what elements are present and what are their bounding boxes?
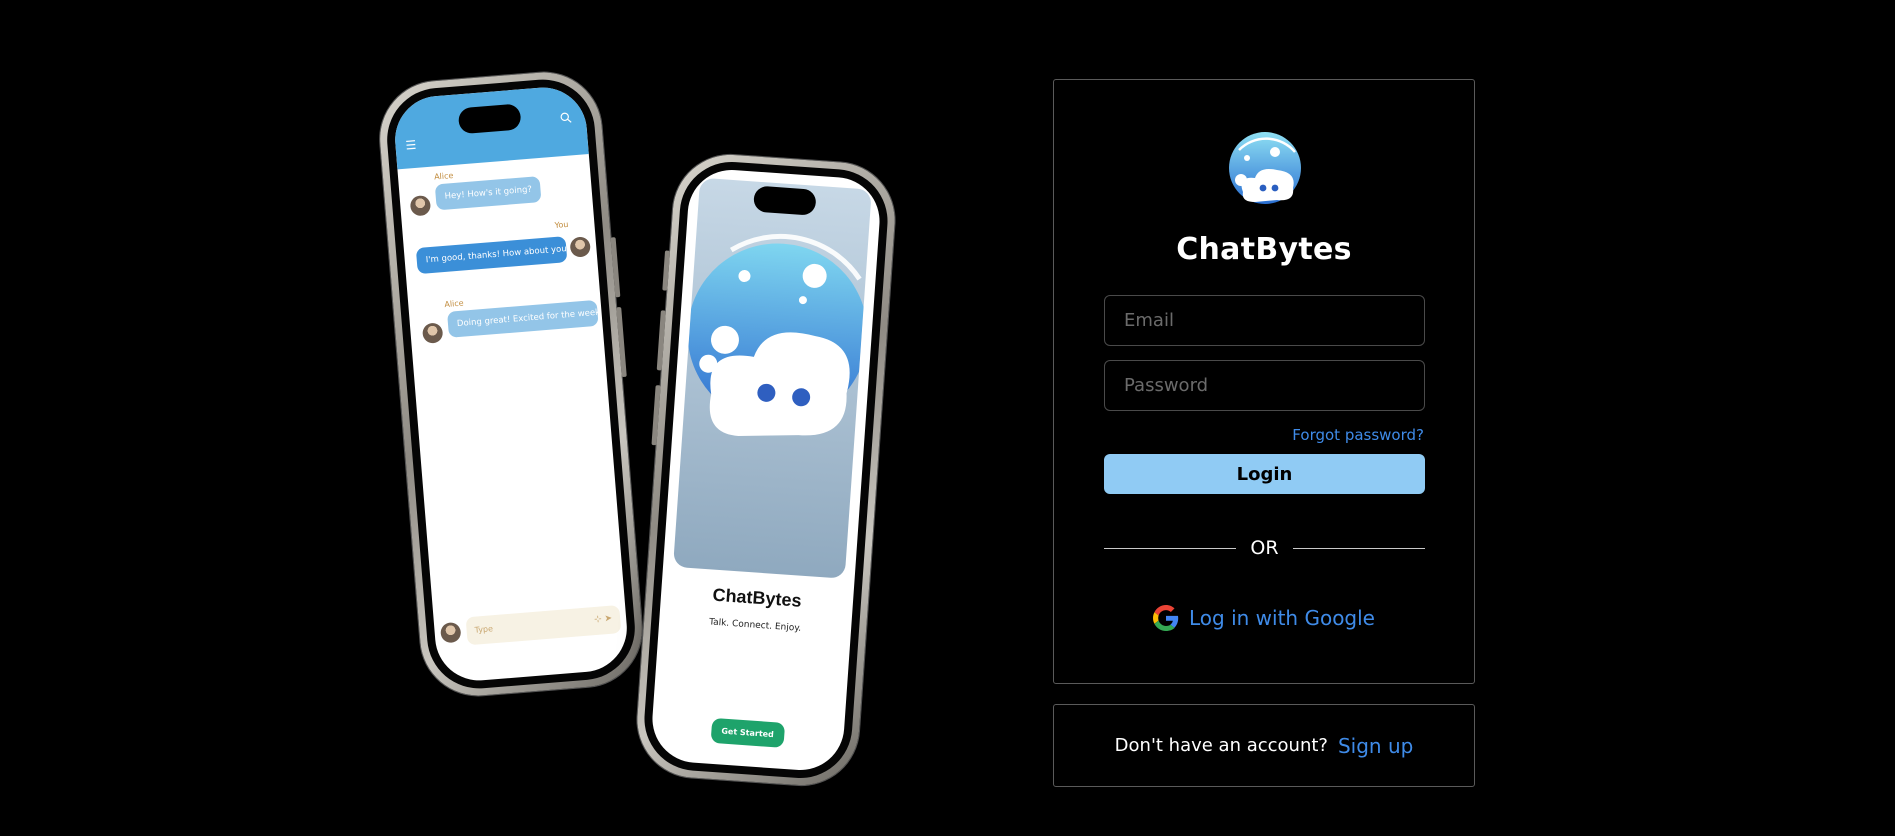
- divider-line: [1292, 547, 1426, 549]
- phone-side-button: [610, 237, 621, 298]
- login-card: ChatBytes Forgot password? Login OR Log …: [1053, 79, 1475, 684]
- or-divider: OR: [1104, 537, 1426, 559]
- phone-side-button: [651, 385, 661, 446]
- menu-icon: ☰: [404, 137, 417, 153]
- send-icon[interactable]: ➤: [604, 614, 612, 625]
- message-sender: You: [554, 219, 569, 230]
- phone-side-button: [662, 250, 671, 291]
- phone-side-button: [656, 310, 666, 371]
- avatar: [421, 322, 444, 344]
- message-input[interactable]: Type: [465, 605, 622, 646]
- chat-screen: ☰ Alice Hey! How's it going? You I'm goo…: [391, 84, 631, 684]
- message-sender: Alice: [444, 298, 464, 310]
- login-button[interactable]: Login: [1104, 454, 1425, 494]
- phone-side-button: [616, 306, 627, 378]
- splash-tagline: Talk. Connect. Enjoy.: [708, 617, 802, 634]
- avatar: [569, 236, 592, 258]
- search-icon: [560, 112, 572, 123]
- splash-phone-mockup: ChatBytes Talk. Connect. Enjoy. Get Star…: [633, 151, 899, 789]
- message-sender: Alice: [433, 170, 454, 182]
- chatbytes-logo: [1229, 132, 1301, 204]
- chatbytes-logo-artwork: [673, 177, 872, 579]
- dynamic-island: [753, 185, 817, 216]
- google-icon: [1153, 605, 1179, 631]
- signup-prompt: Don't have an account?: [1114, 735, 1328, 756]
- divider-label: OR: [1250, 537, 1279, 559]
- phone-bezel: ChatBytes Talk. Connect. Enjoy. Get Star…: [640, 158, 892, 782]
- forgot-password-link[interactable]: Forgot password?: [1292, 426, 1424, 444]
- message-composer: Type ⊹ ➤: [439, 605, 622, 647]
- google-login-label: Log in with Google: [1189, 606, 1375, 630]
- password-input[interactable]: [1104, 360, 1425, 411]
- chat-phone-mockup: ☰ Alice Hey! How's it going? You I'm goo…: [375, 68, 647, 700]
- avatar: [409, 194, 432, 217]
- email-input[interactable]: [1104, 295, 1425, 346]
- splash-title: ChatBytes: [711, 584, 803, 611]
- google-login-button[interactable]: Log in with Google: [1054, 605, 1474, 631]
- get-started-button[interactable]: Get Started: [710, 717, 785, 748]
- message-bubble: Hey! How's it going?: [434, 176, 542, 211]
- avatar: [439, 621, 462, 644]
- attach-icon[interactable]: ⊹: [594, 614, 602, 625]
- message-bubble: I'm good, thanks! How about you?: [415, 236, 568, 275]
- divider-line: [1104, 547, 1237, 549]
- splash-screen: ChatBytes Talk. Connect. Enjoy. Get Star…: [649, 167, 883, 773]
- phone-bezel: ☰ Alice Hey! How's it going? You I'm goo…: [383, 75, 639, 693]
- signup-link[interactable]: Sign up: [1338, 734, 1413, 758]
- message-bubble: Doing great! Excited for the weekend: [447, 299, 599, 338]
- dynamic-island: [457, 103, 522, 135]
- signup-card: Don't have an account? Sign up: [1053, 704, 1475, 787]
- app-title: ChatBytes: [1176, 232, 1352, 267]
